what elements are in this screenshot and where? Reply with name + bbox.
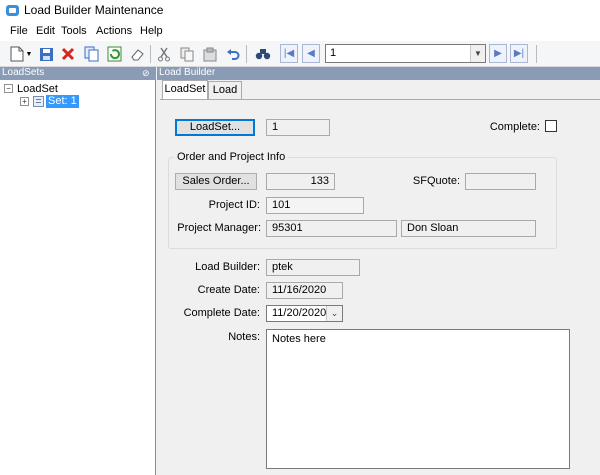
toolbar-separator (536, 45, 537, 63)
refresh-icon[interactable] (104, 44, 124, 64)
load-builder-pane: Load Builder LoadSet Load LoadSet... 1 C… (157, 67, 600, 475)
set-node-icon (33, 96, 44, 107)
tree-item-set-1[interactable]: Set: 1 (46, 95, 79, 108)
create-date-field[interactable]: 11/16/2020 (266, 282, 343, 299)
loadset-button-label: LoadSet... (189, 121, 241, 133)
paste-icon[interactable] (200, 44, 220, 64)
menu-bar: File Edit Tools Actions Help (0, 22, 600, 41)
window-title: Load Builder Maintenance (24, 3, 164, 17)
calendar-dropdown-icon[interactable]: ⌄ (326, 306, 342, 321)
load-builder-header: Load Builder (157, 67, 600, 80)
project-manager-id-field[interactable]: 95301 (266, 220, 397, 237)
complete-date-label: Complete Date: (183, 307, 260, 319)
menu-file[interactable]: File (10, 25, 28, 37)
create-date-label: Create Date: (197, 284, 260, 296)
group-title: Order and Project Info (174, 151, 289, 163)
copy-icon[interactable] (177, 44, 197, 64)
menu-actions[interactable]: Actions (96, 25, 132, 37)
copy-record-icon[interactable] (81, 44, 101, 64)
new-dropdown-icon[interactable]: ▼ (24, 44, 34, 64)
cut-icon[interactable] (154, 44, 174, 64)
previous-record-icon[interactable]: ◀ (302, 44, 320, 63)
load-builder-field[interactable]: ptek (266, 259, 360, 276)
last-record-icon[interactable]: ▶| (510, 44, 528, 63)
tree-root-loadset[interactable]: LoadSet (17, 83, 58, 95)
project-id-field[interactable]: 101 (266, 197, 364, 214)
load-builder-label: Load Builder: (195, 261, 260, 273)
sales-order-field[interactable]: 133 (266, 173, 335, 190)
chevron-down-icon[interactable]: ▼ (470, 45, 485, 62)
loadsets-pane: LoadSets ⊘ − LoadSet + Set: 1 (0, 67, 156, 475)
collapse-icon[interactable]: − (4, 84, 13, 93)
pin-icon[interactable]: ⊘ (142, 68, 153, 79)
toolbar: ▼ |◀ ◀ 1 ▼ ▶ ▶| (0, 41, 600, 67)
record-number-select[interactable]: 1 ▼ (325, 44, 486, 63)
loadsets-header: LoadSets ⊘ (0, 67, 156, 80)
load-builder-header-label: Load Builder (159, 67, 216, 78)
record-number-value: 1 (330, 47, 337, 59)
find-icon[interactable] (253, 44, 273, 64)
menu-edit[interactable]: Edit (36, 25, 55, 37)
undo-icon[interactable] (223, 44, 243, 64)
save-icon[interactable] (36, 44, 56, 64)
loadsets-header-label: LoadSets (2, 67, 45, 78)
title-bar: Load Builder Maintenance (0, 0, 600, 22)
project-manager-label: Project Manager: (177, 222, 261, 234)
delete-icon[interactable] (58, 44, 78, 64)
eraser-icon[interactable] (127, 44, 147, 64)
complete-label: Complete: (489, 121, 540, 133)
next-record-icon[interactable]: ▶ (489, 44, 507, 63)
tab-load[interactable]: Load (208, 81, 242, 99)
complete-date-value: 11/20/2020 (272, 307, 327, 319)
project-id-label: Project ID: (208, 199, 260, 211)
sfquote-field[interactable] (465, 173, 536, 190)
notes-textarea[interactable]: Notes here (266, 329, 570, 469)
first-record-icon[interactable]: |◀ (280, 44, 298, 63)
loadset-tab-panel: LoadSet... 1 Complete: Order and Project… (160, 99, 600, 475)
tab-loadset[interactable]: LoadSet (162, 80, 208, 99)
loadset-field[interactable]: 1 (266, 119, 330, 136)
menu-help[interactable]: Help (140, 25, 163, 37)
expand-icon[interactable]: + (20, 97, 29, 106)
loadset-button[interactable]: LoadSet... (175, 119, 255, 136)
notes-label: Notes: (228, 331, 260, 343)
app-icon (6, 5, 19, 16)
toolbar-separator (246, 45, 247, 63)
sfquote-label: SFQuote: (412, 175, 460, 187)
project-manager-name-field[interactable]: Don Sloan (401, 220, 536, 237)
complete-checkbox[interactable] (545, 120, 557, 132)
toolbar-separator (150, 45, 151, 63)
menu-tools[interactable]: Tools (61, 25, 87, 37)
sales-order-button[interactable]: Sales Order... (175, 173, 257, 190)
